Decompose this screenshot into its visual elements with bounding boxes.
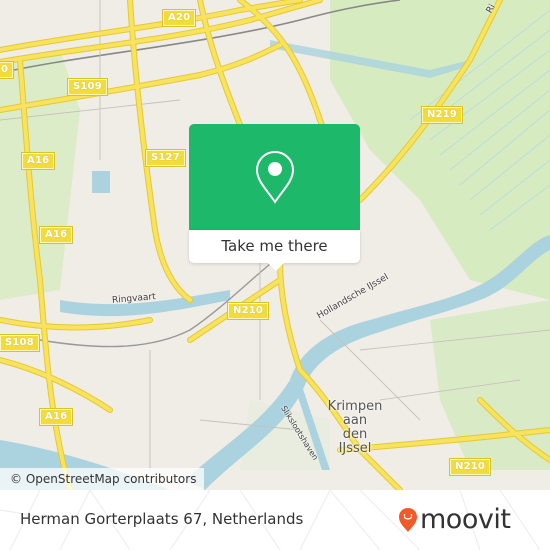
moovit-logo[interactable]: moovit — [398, 503, 511, 537]
city-label-line: den — [342, 427, 368, 442]
popup-pointer — [267, 262, 285, 271]
road-shield-n219: N219 — [420, 106, 464, 124]
city-label-line: IJssel — [338, 441, 372, 456]
city-label-line: Krimpen — [327, 399, 383, 414]
moovit-pin-icon — [399, 508, 417, 532]
moovit-wordmark: moovit — [420, 504, 511, 535]
road-shield-a16: A16 — [38, 226, 74, 244]
polder-green-area — [330, 0, 550, 300]
road-shield-a20-edge: 0 — [0, 61, 15, 79]
city-label-krimpen-aan-den-ijssel: Krimpen aan den IJssel — [326, 400, 384, 456]
road-shield-s127: S127 — [145, 149, 186, 167]
location-popup: Take me there — [189, 124, 360, 271]
road-shield-n210: N210 — [226, 302, 270, 320]
road-shield-a20: A20 — [161, 9, 197, 27]
map-attribution[interactable]: © OpenStreetMap contributors — [0, 468, 205, 490]
footer-bar: Herman Gorterplaats 67, Netherlands moov… — [0, 490, 550, 550]
road-shield-n210: N210 — [448, 458, 492, 476]
take-me-there-button[interactable]: Take me there — [189, 230, 360, 263]
road-shield-s108: S108 — [0, 334, 40, 352]
road-shield-a16: A16 — [38, 408, 74, 426]
address-text: Herman Gorterplaats 67, Netherlands — [20, 510, 304, 528]
pond — [92, 171, 110, 193]
map-pin-icon — [255, 150, 294, 204]
popup-header — [189, 124, 360, 230]
road-shield-a16: A16 — [20, 152, 56, 170]
road-shield-s109: S109 — [67, 78, 108, 96]
city-label-line: aan — [342, 413, 368, 428]
map-canvas[interactable]: A20 S109 A16 S127 N219 A16 S108 N210 A16… — [0, 0, 550, 490]
